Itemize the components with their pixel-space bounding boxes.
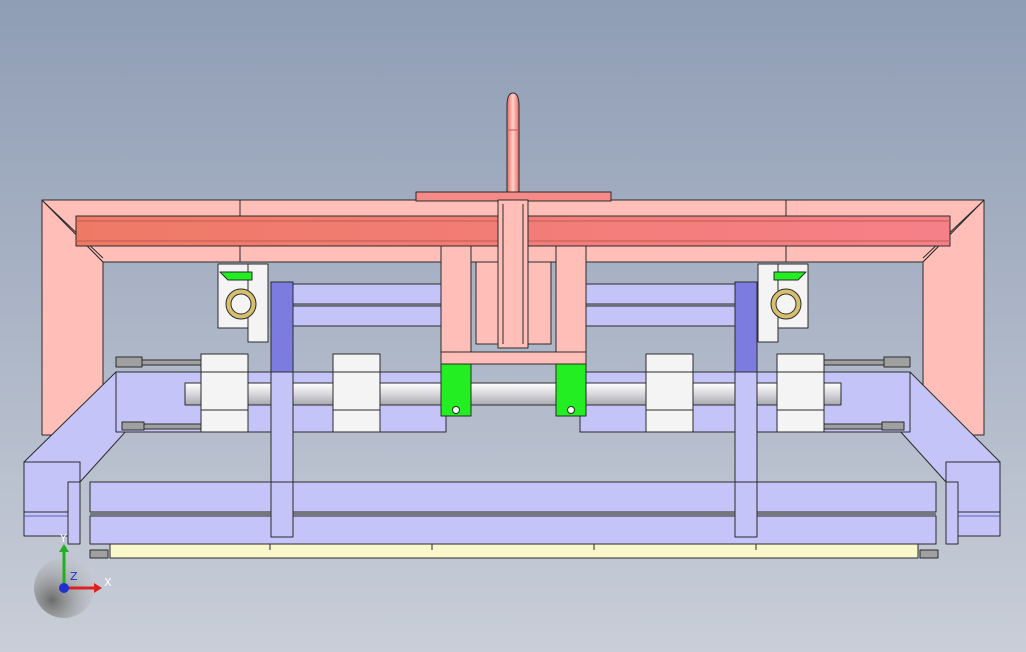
linear-bearing-1[interactable] xyxy=(200,353,249,433)
y-axis-label: Y xyxy=(59,532,67,545)
machine-assembly-model[interactable]: X Y Z xyxy=(0,0,1026,652)
lifting-handle[interactable] xyxy=(506,92,520,193)
left-shaft-clamp[interactable] xyxy=(440,363,472,417)
linear-bearing-2[interactable] xyxy=(332,353,381,433)
linear-bearing-3[interactable] xyxy=(645,353,694,433)
right-shaft-clamp[interactable] xyxy=(555,363,587,417)
z-axis-dot xyxy=(59,583,69,593)
linear-bearing-4[interactable] xyxy=(776,353,825,433)
base-plate[interactable] xyxy=(89,543,939,559)
cad-viewport[interactable]: X Y Z xyxy=(0,0,1026,652)
x-axis-label: X xyxy=(104,576,112,589)
z-axis-label: Z xyxy=(70,570,78,583)
